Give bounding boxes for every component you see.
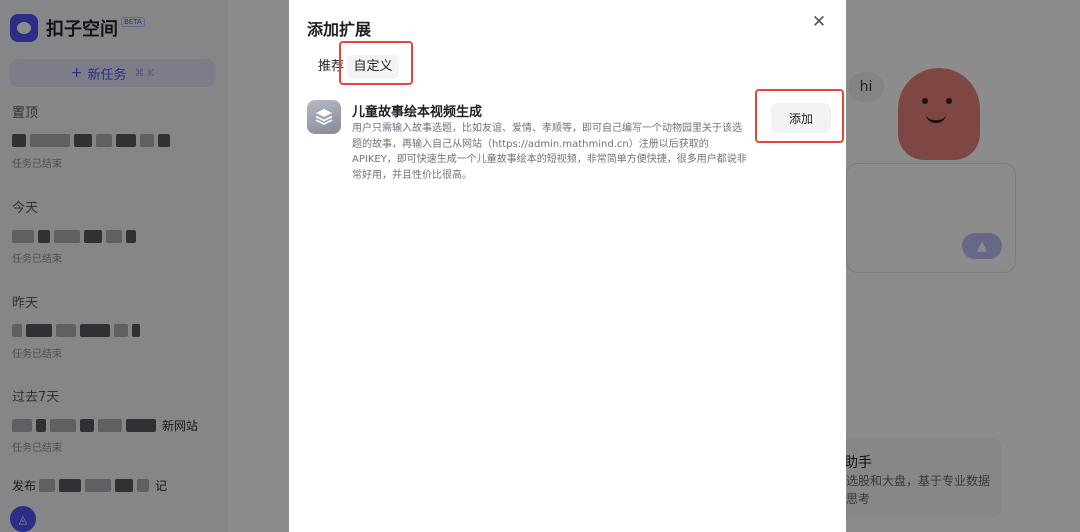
modal-title: 添加扩展 <box>307 20 372 39</box>
add-button-highlight-box <box>755 89 844 143</box>
close-icon[interactable]: ✕ <box>809 12 829 32</box>
add-extension-modal: 添加扩展 ✕ 推荐 自定义 儿童故事绘本视频生成 用户只需输入故事选题，比如友谊… <box>289 0 846 532</box>
extension-description: 用户只需输入故事选题，比如友谊、爱情、孝顺等，即可自己编写一个动物园里关于该选题… <box>352 123 747 181</box>
layers-icon <box>307 100 341 134</box>
tab-custom-highlight-box <box>339 41 413 85</box>
extension-name: 儿童故事绘本视频生成 <box>352 105 483 120</box>
